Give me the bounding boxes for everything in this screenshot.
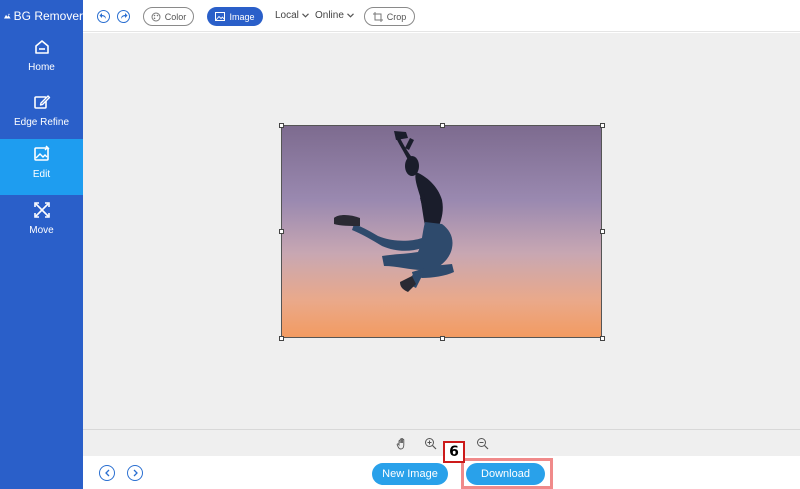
- zoom-out-icon[interactable]: [476, 437, 489, 450]
- palette-icon: [151, 12, 161, 21]
- jumping-woman-image: [282, 126, 601, 337]
- zoom-bar: [83, 429, 800, 456]
- edit-pencil-icon: [33, 95, 50, 109]
- crop-button[interactable]: Crop: [364, 7, 415, 26]
- previous-button[interactable]: [99, 465, 115, 481]
- color-button[interactable]: Color: [143, 7, 194, 26]
- image-edit-icon: [33, 145, 49, 161]
- redo-button[interactable]: [117, 10, 130, 23]
- move-arrows-icon: [33, 202, 50, 218]
- crop-button-label: Crop: [386, 11, 407, 22]
- sidebar-item-label: Home: [28, 62, 55, 73]
- undo-icon: [99, 13, 106, 19]
- top-toolbar: Color Image Local Online Crop: [83, 0, 800, 32]
- new-image-button[interactable]: New Image: [372, 463, 448, 485]
- sidebar-item-edit[interactable]: Edit: [0, 139, 83, 195]
- chevron-right-icon: [133, 469, 138, 477]
- resize-handle-bottom[interactable]: [440, 336, 445, 341]
- online-dropdown-label: Online: [315, 10, 344, 21]
- mountain-logo-icon: [4, 13, 11, 19]
- sidebar-item-label: Edit: [32, 169, 51, 180]
- chevron-left-icon: [104, 469, 109, 477]
- color-button-label: Color: [164, 11, 187, 22]
- editor-canvas: [83, 33, 800, 429]
- redo-icon: [121, 13, 128, 19]
- bottom-bar: New Image Download: [83, 456, 800, 489]
- chevron-down-icon: [301, 13, 309, 18]
- hand-pan-icon[interactable]: [396, 437, 409, 450]
- sidebar: BG Remover Home Edge Refine Edit Move: [0, 0, 83, 489]
- resize-handle-top[interactable]: [440, 123, 445, 128]
- sidebar-item-label: Edge Refine: [13, 117, 70, 128]
- zoom-in-icon[interactable]: [424, 437, 437, 450]
- local-dropdown-label: Local: [275, 10, 299, 21]
- resize-handle-left[interactable]: [279, 229, 284, 234]
- sidebar-item-label: Move: [29, 225, 54, 236]
- home-icon: [34, 40, 49, 54]
- sidebar-item-edge-refine[interactable]: Edge Refine: [0, 87, 83, 143]
- online-dropdown[interactable]: Online: [315, 10, 354, 21]
- app-title: BG Remover: [13, 9, 83, 23]
- sidebar-item-home[interactable]: Home: [0, 32, 83, 88]
- image-button[interactable]: Image: [207, 7, 263, 26]
- resize-handle-right[interactable]: [600, 229, 605, 234]
- crop-icon: [372, 11, 383, 22]
- chevron-down-icon: [346, 13, 354, 18]
- image-icon: [215, 12, 226, 21]
- resize-handle-top-right[interactable]: [600, 123, 605, 128]
- next-button[interactable]: [127, 465, 143, 481]
- resize-handle-top-left[interactable]: [279, 123, 284, 128]
- download-button[interactable]: Download: [466, 463, 545, 485]
- sidebar-item-move[interactable]: Move: [0, 195, 83, 251]
- local-dropdown[interactable]: Local: [275, 10, 309, 21]
- image-button-label: Image: [229, 11, 255, 22]
- undo-button[interactable]: [97, 10, 110, 23]
- edited-photo[interactable]: [281, 125, 602, 338]
- step-number-badge: 6: [443, 441, 465, 463]
- brand: BG Remover: [0, 0, 83, 32]
- resize-handle-bottom-right[interactable]: [600, 336, 605, 341]
- resize-handle-bottom-left[interactable]: [279, 336, 284, 341]
